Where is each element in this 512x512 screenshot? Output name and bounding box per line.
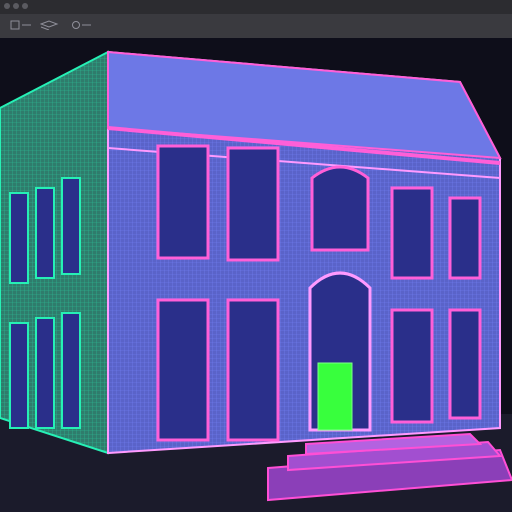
window-controls[interactable] [4, 3, 28, 9]
toolbar [0, 14, 512, 39]
arched-window [310, 165, 370, 252]
minimize-window-icon[interactable] [13, 3, 19, 9]
close-window-icon[interactable] [4, 3, 10, 9]
building-render [0, 50, 512, 512]
maximize-window-icon[interactable] [22, 3, 28, 9]
entrance-door [317, 362, 353, 431]
settings-icon[interactable] [70, 20, 92, 30]
render-viewport[interactable] [0, 38, 512, 512]
layers-icon[interactable] [40, 20, 62, 30]
file-icon[interactable] [10, 20, 32, 30]
window-title-bar [0, 0, 512, 14]
